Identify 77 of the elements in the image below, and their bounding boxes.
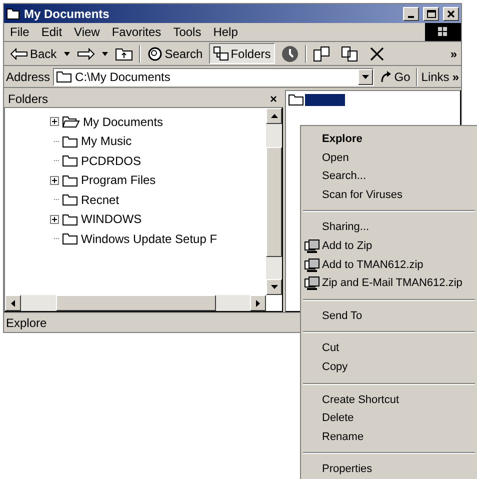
delete-icon xyxy=(368,46,385,62)
minimize-button[interactable] xyxy=(403,6,419,20)
copy-icon xyxy=(340,46,359,62)
tree-item[interactable]: PCDRDOS xyxy=(81,152,142,170)
dropdown-caret-icon[interactable] xyxy=(100,52,109,56)
more-button[interactable]: » xyxy=(452,68,459,86)
menu-item[interactable]: Zip and E-Mail TMAN612.zip xyxy=(301,274,477,293)
expand-icon[interactable] xyxy=(50,117,59,126)
horizontal-scrollbar[interactable] xyxy=(5,295,266,311)
go-button[interactable]: Go xyxy=(377,68,414,86)
menu-item[interactable]: Rename xyxy=(301,428,477,446)
tree-item[interactable]: Windows Update Setup F xyxy=(81,230,218,248)
expand-icon[interactable] xyxy=(50,176,59,185)
menu-item[interactable]: Properties xyxy=(301,460,477,479)
close-button[interactable] xyxy=(443,6,459,20)
menu-item[interactable]: Search... xyxy=(301,167,477,186)
menu-item[interactable]: Sharing... xyxy=(301,218,477,237)
minimize-icon xyxy=(408,16,414,18)
down-arrow-icon[interactable] xyxy=(270,285,278,289)
dropdown-button[interactable] xyxy=(358,68,374,84)
dropdown-caret-icon[interactable] xyxy=(62,52,71,56)
menu-item[interactable]: Help xyxy=(207,23,244,41)
close-button[interactable]: × xyxy=(268,90,279,108)
tree-item[interactable]: Recnet xyxy=(81,190,120,209)
selection-highlight xyxy=(305,94,345,106)
tree-item[interactable]: My Documents xyxy=(83,112,164,131)
links-button[interactable]: Links xyxy=(421,68,450,86)
zip-icon xyxy=(304,258,321,272)
menu-item[interactable]: Favorites xyxy=(106,23,168,41)
curved-arrow-icon xyxy=(380,70,392,82)
window-title: My Documents xyxy=(24,6,110,22)
tree-item[interactable]: My Music xyxy=(81,132,132,150)
caret-icon xyxy=(362,74,370,78)
documents-icon xyxy=(312,46,331,62)
search-icon xyxy=(146,46,163,62)
window-icon xyxy=(6,7,20,20)
toolbar-button[interactable]: Folders xyxy=(208,43,275,64)
folder-up-icon xyxy=(114,46,133,61)
toolbar-button[interactable]: Search xyxy=(142,43,207,64)
menu-item[interactable]: Edit xyxy=(35,23,68,41)
folder-icon xyxy=(288,93,304,106)
maximize-button[interactable] xyxy=(423,6,439,20)
expand-icon[interactable] xyxy=(50,214,59,224)
zip-icon xyxy=(304,239,321,254)
status-text: Explore xyxy=(6,314,47,332)
zip-icon xyxy=(304,276,321,290)
menu-item[interactable]: Cut xyxy=(301,339,477,358)
clock-icon xyxy=(280,44,299,62)
close-icon xyxy=(447,10,455,18)
menu-item[interactable]: Tools xyxy=(167,23,208,41)
right-arrow-icon[interactable] xyxy=(256,300,260,306)
folder-icon xyxy=(56,70,72,83)
menu-item[interactable]: Open xyxy=(301,148,477,168)
left-arrow-icon xyxy=(10,48,28,60)
menu-item[interactable]: Add to Zip xyxy=(301,236,477,256)
more-button[interactable]: » xyxy=(448,44,459,62)
tree-item[interactable]: WINDOWS xyxy=(81,210,142,228)
pane-title: Folders xyxy=(8,90,50,108)
menu-item[interactable]: Delete xyxy=(301,409,477,428)
right-arrow-icon xyxy=(76,48,95,60)
address-label: Address xyxy=(6,68,50,86)
menu-item[interactable]: Send To xyxy=(301,306,477,326)
menu-item[interactable]: File xyxy=(4,23,36,41)
maximize-icon xyxy=(426,10,436,18)
menu-item[interactable]: Scan for Viruses xyxy=(301,186,477,204)
menu-item[interactable]: Add to TMAN612.zip xyxy=(301,256,477,274)
vertical-scrollbar[interactable] xyxy=(266,108,282,295)
toolbar-button[interactable]: Back xyxy=(6,43,61,64)
tree-item[interactable]: Program Files xyxy=(81,171,156,190)
address-field[interactable]: C:\My Documents xyxy=(53,68,374,86)
menu-item[interactable]: Copy xyxy=(301,358,477,377)
left-arrow-icon[interactable] xyxy=(11,300,15,306)
folders-icon xyxy=(212,46,229,61)
menu-item[interactable]: Create Shortcut xyxy=(301,390,477,410)
menu-item[interactable]: Explore xyxy=(301,130,477,149)
up-arrow-icon[interactable] xyxy=(270,114,278,118)
menu-item[interactable]: View xyxy=(68,23,106,41)
